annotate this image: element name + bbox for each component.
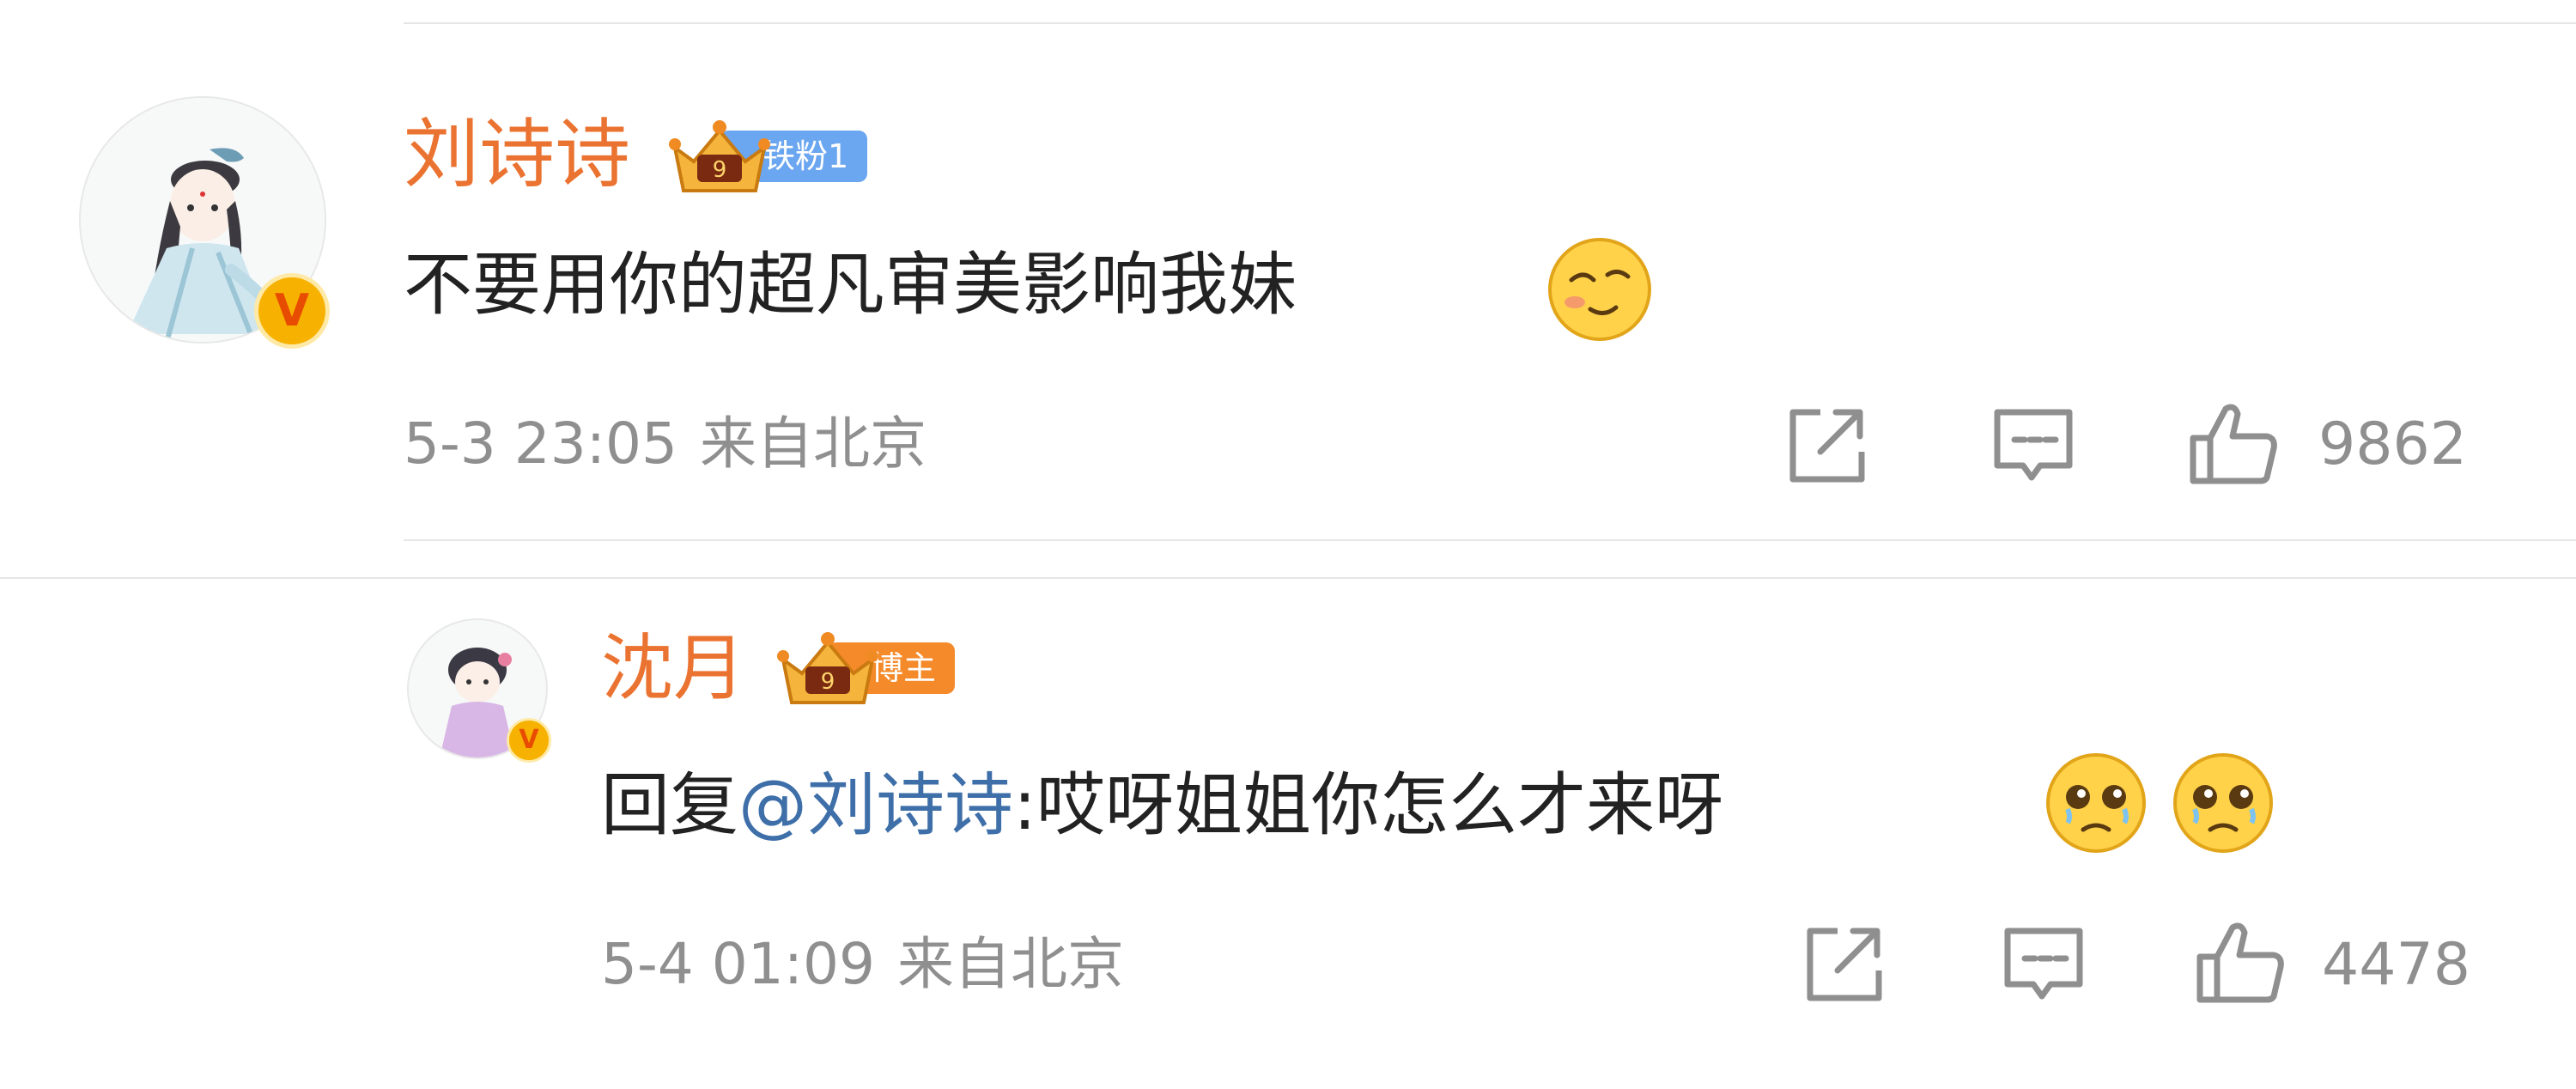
reply-prefix: 回复 <box>601 765 738 845</box>
share-icon[interactable] <box>1786 407 1868 484</box>
comment-meta: 5-3 23:05 来自北京 <box>404 416 927 472</box>
reply-body: :哎呀姐姐你怎么才来呀 <box>1013 765 1723 845</box>
comment-divider <box>404 539 2576 541</box>
fan-badge[interactable]: 铁粉1 9 <box>668 120 917 192</box>
comment-text: 不要用你的超凡审美影响我妹 <box>404 245 1297 325</box>
svg-text:9: 9 <box>821 669 835 695</box>
top-divider <box>404 22 2576 24</box>
username[interactable]: 刘诗诗 <box>404 117 630 192</box>
reply-text: 回复@刘诗诗:哎呀姐姐你怎么才来呀 <box>601 771 1723 840</box>
comment-icon[interactable] <box>1992 407 2075 490</box>
reply-meta: 5-4 01:09 来自北京 <box>601 936 1124 993</box>
verified-badge: V <box>254 273 330 349</box>
sly-smile-emoji-icon <box>1548 238 1651 341</box>
like-count: 4478 <box>2322 931 2471 999</box>
teary-face-emoji-icon <box>2173 753 2273 853</box>
reply-time: 5-4 01:09 <box>601 931 875 997</box>
username[interactable]: 沈月 <box>601 632 745 704</box>
comment-time: 5-3 23:05 <box>404 411 677 477</box>
verified-badge: V <box>507 718 551 763</box>
thumbs-up-icon[interactable] <box>2195 919 2289 1005</box>
like-count: 9862 <box>2318 411 2468 478</box>
reply-location: 来自北京 <box>896 931 1124 997</box>
thumbs-up-icon[interactable] <box>2188 400 2282 486</box>
crown-icon: 9 <box>669 120 770 192</box>
section-divider <box>0 577 2576 579</box>
comment-location: 来自北京 <box>699 411 927 477</box>
teary-face-emoji-icon <box>2046 753 2146 853</box>
blogger-badge[interactable]: 博主 9 <box>776 632 999 704</box>
mention-link[interactable]: @刘诗诗 <box>738 765 1013 845</box>
svg-text:9: 9 <box>713 157 727 183</box>
share-icon[interactable] <box>1803 926 1886 1003</box>
crown-icon: 9 <box>777 632 878 704</box>
comment-icon[interactable] <box>2002 926 2085 1008</box>
